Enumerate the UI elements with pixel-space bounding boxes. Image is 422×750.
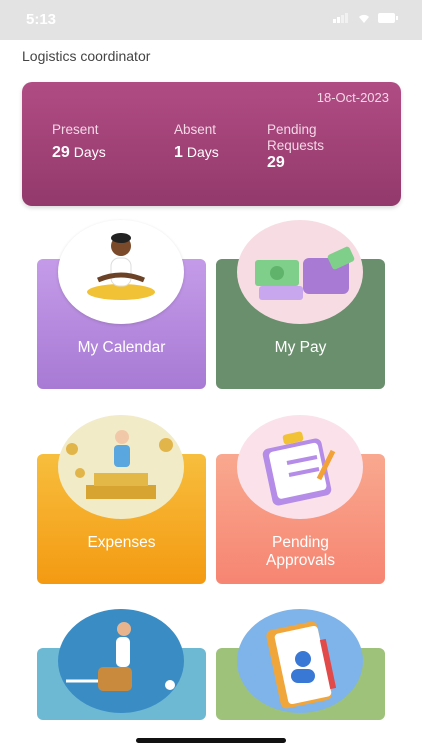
status-bar: 5:13 xyxy=(0,0,422,40)
present-stat: Present 29 Days xyxy=(52,122,106,162)
wifi-icon xyxy=(358,14,369,23)
pending-requests-label: Pending Requests xyxy=(267,122,325,153)
contact-book-illustration-icon xyxy=(237,609,363,713)
absent-label: Absent xyxy=(174,122,217,137)
status-time: 5:13 xyxy=(26,11,57,28)
my-pay-label: My Pay xyxy=(274,339,327,356)
travel-man-illustration-icon xyxy=(58,609,184,713)
absent-value: 1 Days xyxy=(174,144,219,161)
my-calendar-label: My Calendar xyxy=(77,339,166,356)
pending-approvals-label: Pending Approvals xyxy=(266,534,335,569)
present-value: 29 Days xyxy=(52,144,106,161)
pending-requests-stat: Pending Requests 29 xyxy=(267,122,347,172)
meditation-illustration-icon xyxy=(58,220,184,324)
gold-coins-illustration-icon xyxy=(58,415,184,519)
wallet-money-illustration-icon xyxy=(237,220,363,324)
summary-date: 18-Oct-2023 xyxy=(316,90,389,105)
attendance-summary-card[interactable]: 18-Oct-2023 Present 29 Days Absent 1 Days … xyxy=(22,82,401,206)
bottom-safe-area xyxy=(0,722,422,750)
pending-requests-value: 29 xyxy=(267,154,285,171)
status-icons xyxy=(333,12,398,26)
signal-icon xyxy=(333,13,349,23)
expenses-label: Expenses xyxy=(87,534,156,551)
present-label: Present xyxy=(52,122,99,137)
role-subtitle: Logistics coordinator xyxy=(22,48,151,64)
home-indicator[interactable] xyxy=(136,738,286,743)
clipboard-checklist-illustration-icon xyxy=(237,415,363,519)
absent-stat: Absent 1 Days xyxy=(174,122,219,162)
battery-icon xyxy=(378,13,398,23)
